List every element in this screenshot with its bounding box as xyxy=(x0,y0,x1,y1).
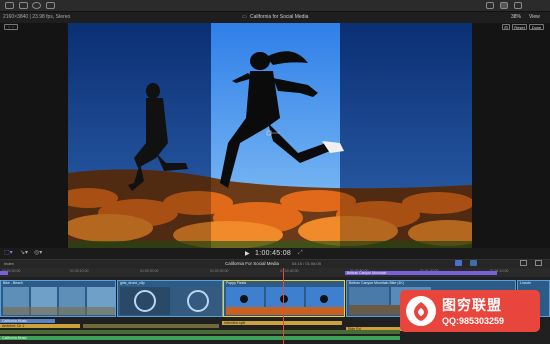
audio-lane[interactable]: California Music xyxy=(0,336,400,340)
shield-icon xyxy=(406,296,436,326)
storyline-bar[interactable]: Beltran Canyon Mountain xyxy=(345,271,497,275)
audio-lane[interactable]: Interview split xyxy=(222,321,342,325)
timeline-project-name[interactable]: California For Social Media xyxy=(225,261,279,266)
clip-thumbnails xyxy=(120,287,222,315)
timeline-header: Index California For Social Media 04:15 … xyxy=(0,259,550,268)
clip-appearance-icon[interactable] xyxy=(470,260,477,266)
clip-title: Bike - Beach xyxy=(3,281,23,285)
keyword-icon[interactable] xyxy=(32,2,41,9)
watermark-title: 图穷联盟 xyxy=(442,297,502,313)
viewer-header: 2160×3840 | 23.98 fps, Stereo ▭ Californ… xyxy=(0,12,550,23)
transitions-icon[interactable] xyxy=(535,260,542,266)
timeline-clip-selected[interactable]: Poppy Fields xyxy=(223,280,345,317)
ruler-tick: 01:00:10:00 xyxy=(70,269,89,273)
audio-waveform[interactable] xyxy=(0,330,400,334)
watermark-logo: 图穷联盟 QQ:985303259 xyxy=(400,290,540,332)
timeline-clip[interactable]: girls_drone_clip xyxy=(117,280,223,317)
crop-icon[interactable]: ⊟ xyxy=(502,24,510,30)
browser-toggle-icon[interactable] xyxy=(500,2,508,9)
storyline-start[interactable] xyxy=(0,271,8,275)
playback-bar: ▶ 1:00:45:08 ⤢ xyxy=(0,248,550,259)
import-icon[interactable] xyxy=(19,2,28,9)
timeline-duration: 04:15 / 01:08:05 xyxy=(292,261,321,266)
clip-thumbnails xyxy=(3,287,115,315)
storyline-title: Beltran Canyon Mountain xyxy=(347,271,387,275)
select-tool-icon[interactable]: ⬚▾ xyxy=(4,249,13,256)
library-icon[interactable] xyxy=(5,2,14,9)
play-icon[interactable]: ▶ xyxy=(245,250,250,257)
timecode-display[interactable]: 1:00:45:08 xyxy=(255,250,291,257)
fullscreen-icon[interactable]: ⤢ xyxy=(298,250,303,257)
clip-thumbnails xyxy=(226,287,344,315)
share-icon[interactable] xyxy=(46,2,55,9)
audio-icon[interactable] xyxy=(455,260,462,266)
transform-icon[interactable]: ⋮⋮ xyxy=(4,24,18,30)
film-icon: ▭ xyxy=(242,14,247,20)
video-frame[interactable] xyxy=(68,23,472,248)
layout-icon[interactable] xyxy=(486,2,494,9)
speed-tool-icon[interactable]: ◎▾ xyxy=(34,249,42,256)
format-info: 2160×3840 | 23.98 fps, Stereo xyxy=(3,14,71,20)
reset-button[interactable]: Reset xyxy=(512,24,527,30)
inspector-toggle-icon[interactable] xyxy=(514,2,522,9)
video-frame-image xyxy=(68,23,472,248)
ruler-tick: 01:00:30:00 xyxy=(210,269,229,273)
watermark-subtitle: QQ:985303259 xyxy=(442,316,505,326)
effects-icon[interactable] xyxy=(520,260,527,266)
clip-title: girls_drone_clip xyxy=(120,281,145,285)
view-menu[interactable]: View xyxy=(529,14,540,20)
trim-tool-icon[interactable]: ↘▾ xyxy=(20,249,28,256)
audio-lane[interactable]: California Music xyxy=(0,319,55,323)
project-title: California for Social Media xyxy=(250,14,309,20)
playhead[interactable] xyxy=(283,268,284,344)
audio-waveform[interactable] xyxy=(83,324,219,328)
app-toolbar xyxy=(0,0,550,12)
timeline-clip[interactable]: Bike - Beach xyxy=(0,280,116,317)
clip-title: Lincoln xyxy=(520,281,532,285)
zoom-level[interactable]: 38% xyxy=(511,14,521,20)
index-button[interactable]: Index xyxy=(4,261,14,266)
ruler-tick: 01:00:20:00 xyxy=(140,269,159,273)
clip-title: Beltran Canyon Mountain Bike (4K) xyxy=(349,281,404,285)
clip-title: Poppy Fields xyxy=(226,281,247,285)
audio-lane[interactable]: Ambient: Ch 1 xyxy=(0,324,80,328)
done-button[interactable]: Done xyxy=(529,24,544,30)
